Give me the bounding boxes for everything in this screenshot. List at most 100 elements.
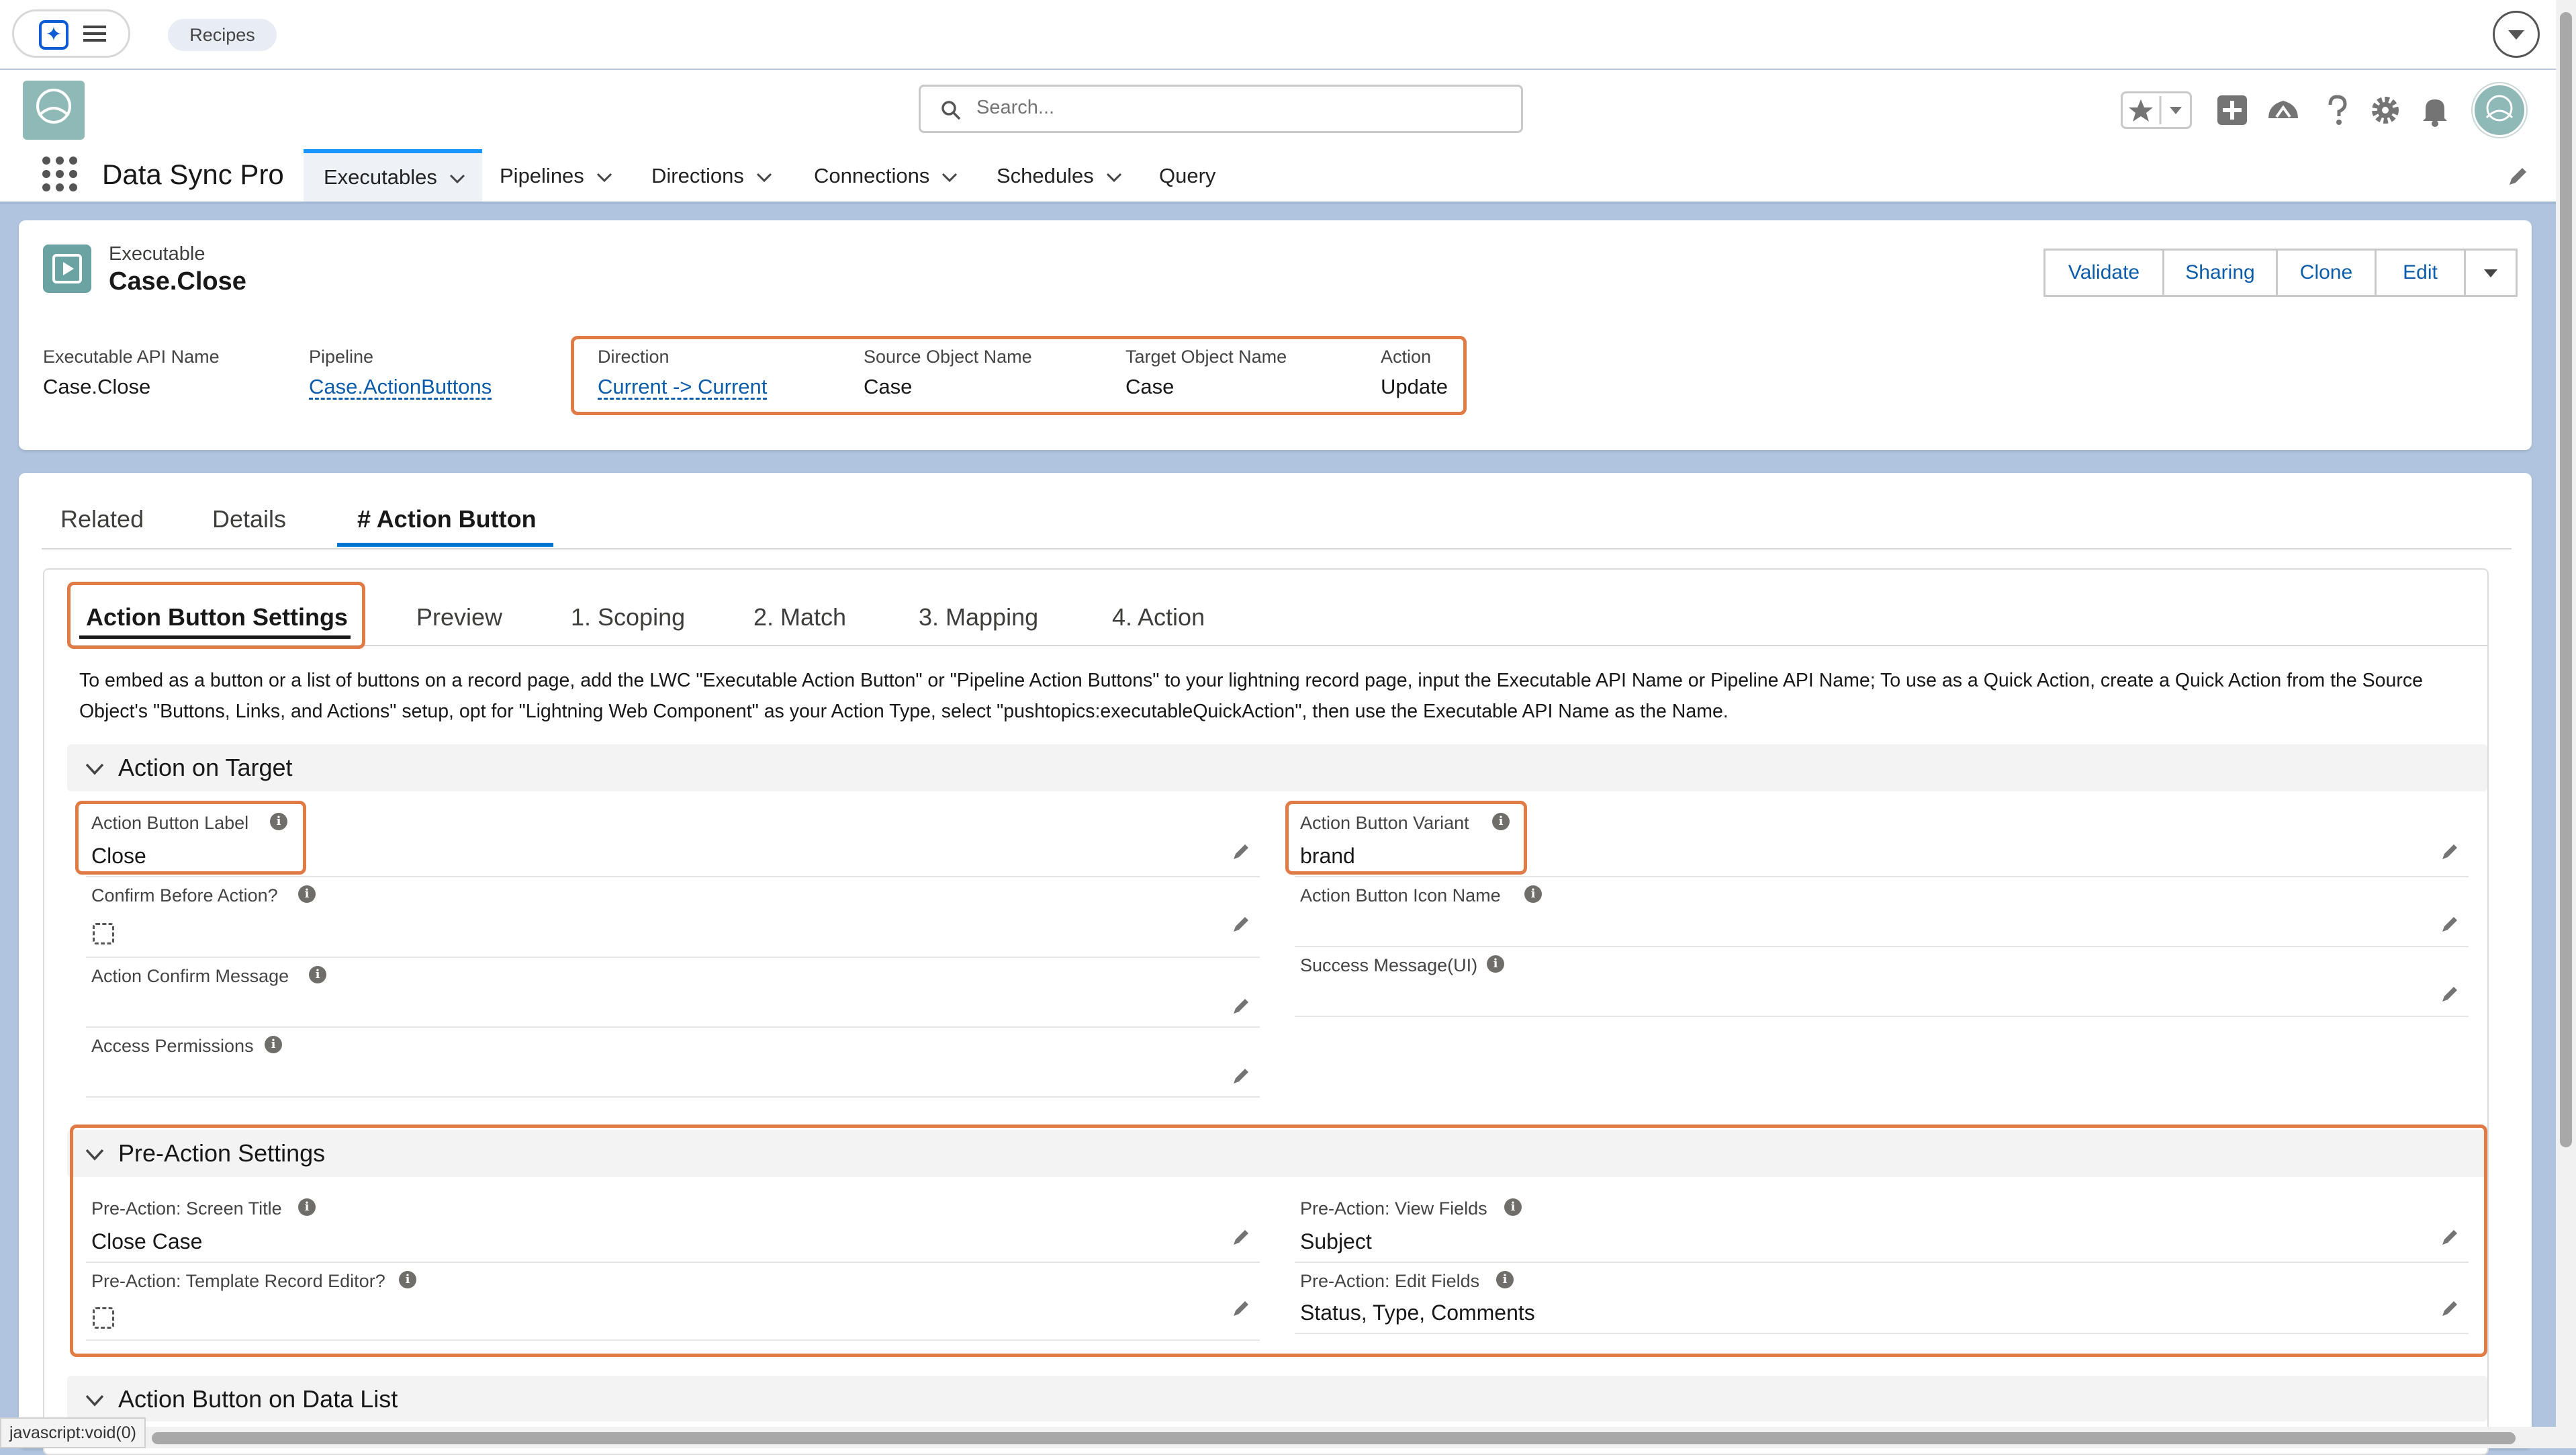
edit-button[interactable]: Edit [2375, 249, 2466, 297]
chevron-down-icon[interactable] [83, 1389, 106, 1412]
nav-item-label: Directions [651, 164, 744, 187]
nav-item-executables[interactable]: Executables [304, 149, 482, 203]
info-icon[interactable]: i [1487, 955, 1504, 973]
vertical-scrollbar-thumb[interactable] [2560, 12, 2572, 1147]
sharing-button[interactable]: Sharing [2162, 249, 2278, 297]
info-icon[interactable]: i [265, 1036, 282, 1053]
info-icon[interactable]: i [309, 966, 326, 983]
field-label: Access Permissions [91, 1036, 254, 1056]
pencil-edit-icon[interactable] [1232, 914, 1252, 934]
field-label: Pre-Action: Template Record Editor? [91, 1271, 385, 1291]
info-icon[interactable]: i [399, 1271, 416, 1288]
chevron-down-icon[interactable] [941, 172, 958, 183]
info-icon[interactable]: i [1524, 885, 1542, 903]
field-label: Action Confirm Message [91, 966, 289, 986]
highlight-label: Pipeline [309, 347, 374, 367]
nav-item-query[interactable]: Query [1159, 149, 1215, 203]
bell-icon[interactable] [2416, 91, 2454, 129]
record-type-label: Executable [109, 243, 205, 265]
nav-item-schedules[interactable]: Schedules [997, 149, 1122, 203]
tab-action-button[interactable]: # Action Button [357, 505, 537, 533]
confirm-before-action-checkbox[interactable] [93, 923, 114, 944]
horizontal-scrollbar-thumb[interactable] [152, 1432, 2516, 1444]
instructions-text: To embed as a button or a list of button… [79, 670, 2423, 722]
field-divider [86, 1262, 1260, 1263]
pencil-edit-icon[interactable] [1232, 996, 1252, 1016]
pipeline-link[interactable]: Case.ActionButtons [309, 375, 492, 399]
nav-divider [0, 202, 2576, 204]
pencil-edit-icon[interactable] [2440, 983, 2460, 1004]
pencil-edit-icon[interactable] [2440, 914, 2460, 934]
chevron-down-icon[interactable] [449, 173, 465, 184]
pre-action-view-fields-value: Subject [1300, 1229, 1372, 1253]
subtab-bar-divider [67, 645, 2487, 646]
highlight-annotation-box [1285, 801, 1527, 875]
highlight-annotation-box [571, 336, 1467, 415]
hamburger-menu-icon[interactable] [83, 24, 106, 43]
highlight-label: Executable API Name [43, 347, 220, 367]
chevron-down-icon[interactable] [2493, 11, 2540, 58]
pencil-edit-icon[interactable] [1232, 841, 1252, 861]
nav-item-connections[interactable]: Connections [814, 149, 958, 203]
section-header-action-on-target[interactable] [67, 744, 2487, 791]
highlight-annotation-box [67, 582, 365, 649]
pencil-edit-icon[interactable] [2440, 1298, 2460, 1318]
recipes-button[interactable]: Recipes [168, 19, 277, 51]
info-icon[interactable]: i [1504, 1198, 1522, 1216]
record-title: Case.Close [109, 267, 246, 296]
active-tab-indicator [337, 543, 553, 547]
pencil-edit-icon[interactable] [1232, 1065, 1252, 1086]
field-label: Confirm Before Action? [91, 885, 278, 906]
section-header-action-button-on-data-list[interactable] [67, 1376, 2487, 1421]
user-avatar[interactable] [2473, 83, 2526, 137]
info-icon[interactable]: i [298, 885, 316, 903]
field-label: Pre-Action: Screen Title [91, 1198, 282, 1219]
section-title: Action Button on Data List [118, 1385, 398, 1413]
field-label: Success Message(UI) [1300, 955, 1478, 975]
tab-details[interactable]: Details [212, 505, 286, 533]
info-icon[interactable]: i [1496, 1271, 1514, 1288]
field-divider [1295, 1016, 2469, 1017]
app-launcher-pill[interactable] [12, 9, 130, 58]
record-action-buttons: Validate Sharing Clone Edit [2043, 249, 2518, 297]
subtab-preview[interactable]: Preview [416, 603, 502, 631]
help-icon[interactable] [2318, 91, 2356, 129]
trailhead-icon[interactable] [2264, 91, 2302, 129]
more-actions-button[interactable] [2464, 249, 2518, 297]
chevron-down-icon[interactable] [83, 758, 106, 781]
field-label: Pre-Action: Edit Fields [1300, 1271, 1480, 1291]
pencil-edit-icon[interactable] [2440, 841, 2460, 861]
subtab-scoping[interactable]: 1. Scoping [571, 603, 685, 631]
field-divider [86, 1096, 1260, 1098]
edit-nav-pencil-icon[interactable] [2506, 165, 2529, 188]
field-divider [86, 1026, 1260, 1028]
subtab-mapping[interactable]: 3. Mapping [919, 603, 1038, 631]
chevron-down-icon[interactable] [596, 172, 612, 183]
subtab-match[interactable]: 2. Match [753, 603, 846, 631]
pencil-edit-icon[interactable] [1232, 1227, 1252, 1247]
app-launcher-waffle-icon[interactable] [42, 156, 78, 192]
clone-button[interactable]: Clone [2276, 249, 2377, 297]
template-record-editor-checkbox[interactable] [93, 1307, 114, 1329]
sparkle-icon[interactable]: ✦ [39, 20, 68, 50]
add-icon[interactable] [2213, 91, 2251, 129]
gear-icon[interactable] [2366, 91, 2404, 129]
chevron-down-icon[interactable] [756, 172, 772, 183]
app-name: Data Sync Pro [102, 159, 284, 190]
favorites-button-group[interactable] [2121, 91, 2192, 129]
nav-item-directions[interactable]: Directions [651, 149, 772, 203]
pencil-edit-icon[interactable] [1232, 1298, 1252, 1318]
info-icon[interactable]: i [298, 1198, 316, 1216]
chevron-down-icon[interactable] [1106, 172, 1122, 183]
org-logo[interactable] [23, 81, 85, 140]
nav-item-label: Executables [324, 165, 437, 189]
pencil-edit-icon[interactable] [2440, 1227, 2460, 1247]
search-icon [940, 99, 962, 121]
browser-top-bar [0, 0, 2576, 69]
subtab-action[interactable]: 4. Action [1112, 603, 1205, 631]
nav-item-pipelines[interactable]: Pipelines [500, 149, 612, 203]
validate-button[interactable]: Validate [2043, 249, 2164, 297]
field-divider [1295, 1333, 2469, 1334]
tab-related[interactable]: Related [60, 505, 144, 533]
nav-item-label: Pipelines [500, 164, 584, 187]
